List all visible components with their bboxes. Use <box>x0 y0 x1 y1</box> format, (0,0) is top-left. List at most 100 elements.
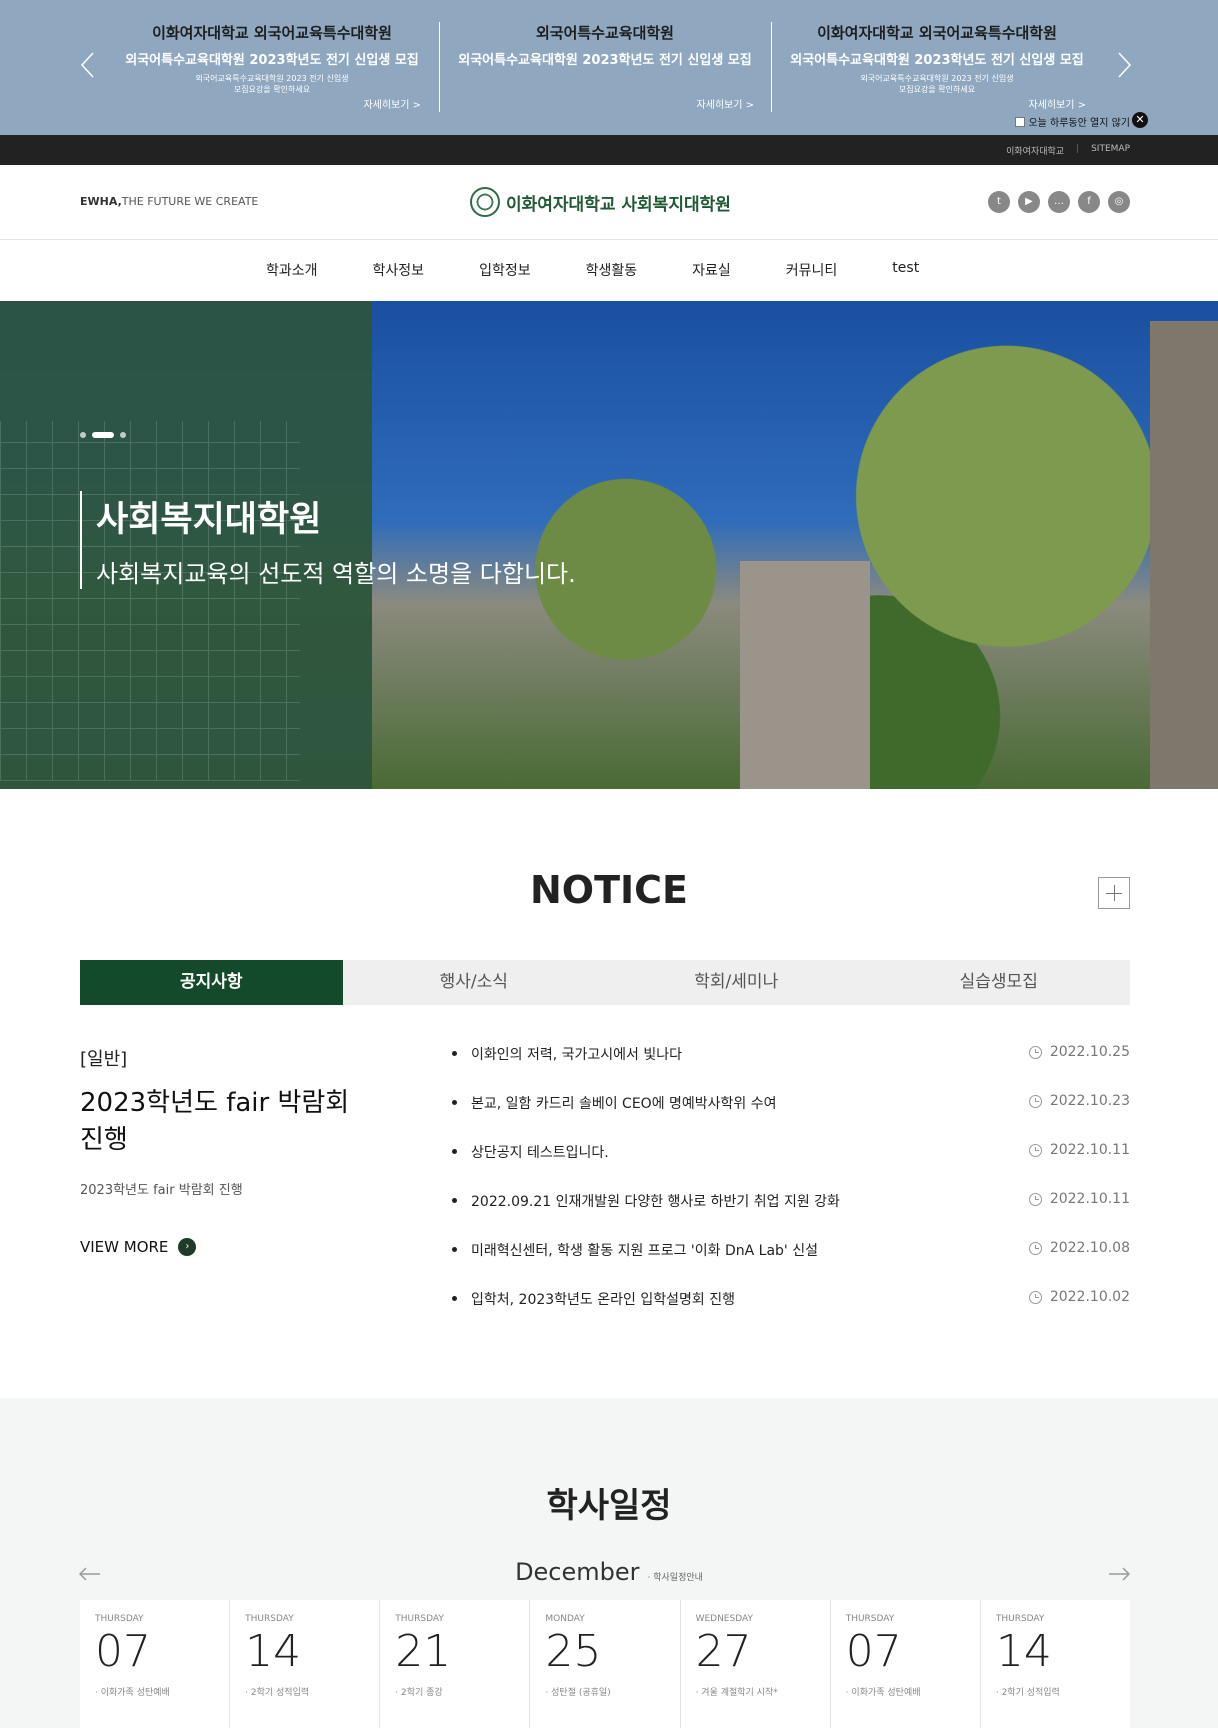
day-number: 21 <box>395 1626 452 1677</box>
ewha-link[interactable]: 이화여자대학교 <box>1006 144 1064 157</box>
facebook-icon[interactable]: f <box>1078 191 1100 213</box>
slider-dot[interactable] <box>120 432 126 438</box>
notice-date: 2022.10.11 <box>1028 1191 1130 1207</box>
sns-links: t ▶ … f ◎ <box>988 191 1130 213</box>
youtube-icon[interactable]: ▶ <box>1018 191 1040 213</box>
schedule-note-link[interactable]: · 학사일정안내 <box>648 1573 703 1583</box>
site-header: EWHA,THE FUTURE WE CREATE 이화여자대학교 사회복지대학… <box>0 165 1218 240</box>
promo-subtitle: 외국어특수교육대학원 2023학년도 전기 신입생 모집 <box>125 53 419 68</box>
slogan-text: THE FUTURE WE CREATE <box>121 195 259 208</box>
nav-item-resources[interactable]: 자료실 <box>692 260 731 280</box>
next-arrow-icon[interactable] <box>1114 50 1134 80</box>
schedule-card[interactable]: MONDAY 25 · 성탄절 (공휴일) <box>530 1600 681 1728</box>
tab-events[interactable]: 행사/소식 <box>343 960 606 1005</box>
nav-item-student-life[interactable]: 학생활동 <box>586 260 638 280</box>
notice-more-plus-button[interactable] <box>1098 877 1130 909</box>
schedule-heading: 학사일정 <box>546 1486 672 1526</box>
promo-desc: 외국어교육특수교육대학원 2023 전기 신입생 모집요강을 확인하세요 <box>195 74 349 94</box>
notice-date: 2022.10.02 <box>1028 1289 1130 1305</box>
twitter-icon[interactable]: t <box>988 191 1010 213</box>
notice-title[interactable]: 2022.09.21 인재개발원 다양한 행사로 하반기 취업 지원 강화 <box>471 1191 840 1211</box>
month-label: December <box>515 1558 640 1586</box>
close-icon[interactable]: ✕ <box>1132 112 1148 128</box>
instagram-icon[interactable]: ◎ <box>1108 191 1130 213</box>
promo-item-3[interactable]: 이화여자대학교 외국어교육특수대학원 외국어특수교육대학원 2023학년도 전기… <box>772 22 1102 111</box>
util-separator: | <box>1076 144 1080 154</box>
utility-bar: 이화여자대학교 | SITEMAP <box>0 135 1218 165</box>
list-item[interactable]: 미래혁신센터, 학생 활동 지원 프로그 '이화 DnA Lab' 신설 2022… <box>450 1240 1130 1289</box>
nav-item-community[interactable]: 커뮤니티 <box>786 260 838 280</box>
list-item[interactable]: 2022.09.21 인재개발원 다양한 행사로 하반기 취업 지원 강화 202… <box>450 1191 1130 1240</box>
nav-item-about[interactable]: 학과소개 <box>266 260 318 280</box>
close-today-label: 오늘 하루동안 열지 않기 <box>1028 118 1130 129</box>
promo-item-1[interactable]: 이화여자대학교 외국어교육특수대학원 외국어특수교육대학원 2023학년도 전기… <box>107 22 437 111</box>
notice-list: 이화인의 저력, 국가고시에서 빛나다 2022.10.25 본교, 일함 카드리… <box>450 1044 1130 1338</box>
slider-pagination <box>80 432 126 438</box>
schedule-card[interactable]: THURSDAY 07 · 이화가족 성탄예배 <box>80 1600 231 1728</box>
notice-title[interactable]: 입학처, 2023학년도 온라인 입학설명회 진행 <box>471 1289 735 1309</box>
date-text: 2022.10.02 <box>1049 1289 1130 1305</box>
schedule-cards: THURSDAY 07 · 이화가족 성탄예배 THURSDAY 14 · 2학기 성적… <box>80 1600 1130 1728</box>
notice-title[interactable]: 이화인의 저력, 국가고시에서 빛나다 <box>471 1044 682 1064</box>
slider-dot[interactable] <box>80 432 86 438</box>
prev-arrow-icon[interactable] <box>78 50 98 80</box>
logo-name: 이화여자대학교 사회복지대학원 <box>506 194 731 215</box>
notice-date: 2022.10.23 <box>1028 1093 1130 1109</box>
notice-title[interactable]: 상단공지 테스트입니다. <box>471 1142 609 1162</box>
list-item[interactable]: 입학처, 2023학년도 온라인 입학설명회 진행 2022.10.02 <box>450 1289 1130 1338</box>
featured-title[interactable]: 2023학년도 fair 박람회 진행 <box>80 1085 380 1159</box>
arrow-right-icon[interactable] <box>1108 1566 1131 1581</box>
event-text: · 겨울 계절학기 시작* <box>695 1688 778 1698</box>
promo-more-link[interactable]: 자세히보기 > <box>696 96 754 111</box>
schedule-card[interactable]: THURSDAY 21 · 2학기 종강 <box>380 1600 531 1728</box>
building-shape <box>1150 321 1218 789</box>
bullet-icon <box>452 1247 457 1252</box>
schedule-card[interactable]: THURSDAY 07 · 이화가족 성탄예배 <box>830 1600 981 1728</box>
view-more-label: VIEW MORE <box>80 1238 169 1256</box>
schedule-card[interactable]: THURSDAY 14 · 2학기 성적입력 <box>230 1600 381 1728</box>
nav-item-test[interactable]: test <box>892 260 919 280</box>
schedule-card[interactable]: THURSDAY 14 · 2학기 성적입력 <box>980 1600 1130 1728</box>
promo-desc: 외국어교육특수교육대학원 2023 전기 신입생 모집요강을 확인하세요 <box>860 74 1014 94</box>
view-more-button[interactable]: VIEW MORE › <box>80 1238 380 1256</box>
day-of-week: THURSDAY <box>845 1614 895 1624</box>
promo-more-link[interactable]: 자세히보기 > <box>1028 96 1086 111</box>
hero-subtitle: 사회복지교육의 선도적 역할의 소명을 다합니다. <box>96 560 576 588</box>
list-item[interactable]: 본교, 일함 카드리 솔베이 CEO에 명예박사학위 수여 2022.10.23 <box>450 1093 1130 1142</box>
slogan-bold: EWHA, <box>80 195 122 208</box>
notice-title[interactable]: 미래혁신센터, 학생 활동 지원 프로그 '이화 DnA Lab' 신설 <box>471 1240 818 1260</box>
today-checkbox[interactable] <box>1015 116 1026 127</box>
tab-notice[interactable]: 공지사항 <box>80 960 343 1005</box>
event-text: · 이화가족 성탄예배 <box>95 1688 170 1698</box>
notice-title[interactable]: 본교, 일함 카드리 솔베이 CEO에 명예박사학위 수여 <box>471 1093 777 1113</box>
promo-item-2[interactable]: 외국어특수교육대학원 외국어특수교육대학원 2023학년도 전기 신입생 모집 … <box>440 22 770 111</box>
list-item[interactable]: 이화인의 저력, 국가고시에서 빛나다 2022.10.25 <box>450 1044 1130 1093</box>
nav-item-academics[interactable]: 학사정보 <box>373 260 425 280</box>
clock-icon <box>1028 1045 1042 1059</box>
day-number: 07 <box>845 1626 902 1677</box>
tab-seminar[interactable]: 학회/세미나 <box>605 960 868 1005</box>
date-text: 2022.10.11 <box>1049 1142 1130 1158</box>
notice-heading: NOTICE <box>529 868 688 912</box>
notice-tabs: 공지사항 행사/소식 학회/세미나 실습생모집 <box>80 960 1130 1005</box>
clock-icon <box>1028 1290 1042 1304</box>
promo-more-link[interactable]: 자세히보기 > <box>363 96 421 111</box>
list-item[interactable]: 상단공지 테스트입니다. 2022.10.11 <box>450 1142 1130 1191</box>
featured-notice: [일반] 2023학년도 fair 박람회 진행 2023학년도 fair 박람… <box>80 1045 380 1256</box>
blog-icon[interactable]: … <box>1048 191 1070 213</box>
bullet-icon <box>452 1100 457 1105</box>
schedule-card[interactable]: WEDNESDAY 27 · 겨울 계절학기 시작* <box>680 1600 831 1728</box>
day-number: 14 <box>995 1626 1052 1677</box>
day-number: 14 <box>245 1626 302 1677</box>
day-of-week: WEDNESDAY <box>695 1614 753 1624</box>
sitemap-link[interactable]: SITEMAP <box>1091 144 1130 157</box>
day-number: 25 <box>545 1626 602 1677</box>
promo-subtitle: 외국어특수교육대학원 2023학년도 전기 신입생 모집 <box>790 53 1084 68</box>
site-logo[interactable]: 이화여자대학교 사회복지대학원 <box>470 187 731 217</box>
bullet-icon <box>452 1198 457 1203</box>
slider-dot-active[interactable] <box>92 432 114 438</box>
tab-practicum[interactable]: 실습생모집 <box>868 960 1131 1005</box>
promo-close-today[interactable]: 오늘 하루동안 열지 않기 ✕ <box>1015 112 1148 129</box>
featured-category: [일반] <box>80 1049 128 1070</box>
nav-item-admission[interactable]: 입학정보 <box>479 260 531 280</box>
